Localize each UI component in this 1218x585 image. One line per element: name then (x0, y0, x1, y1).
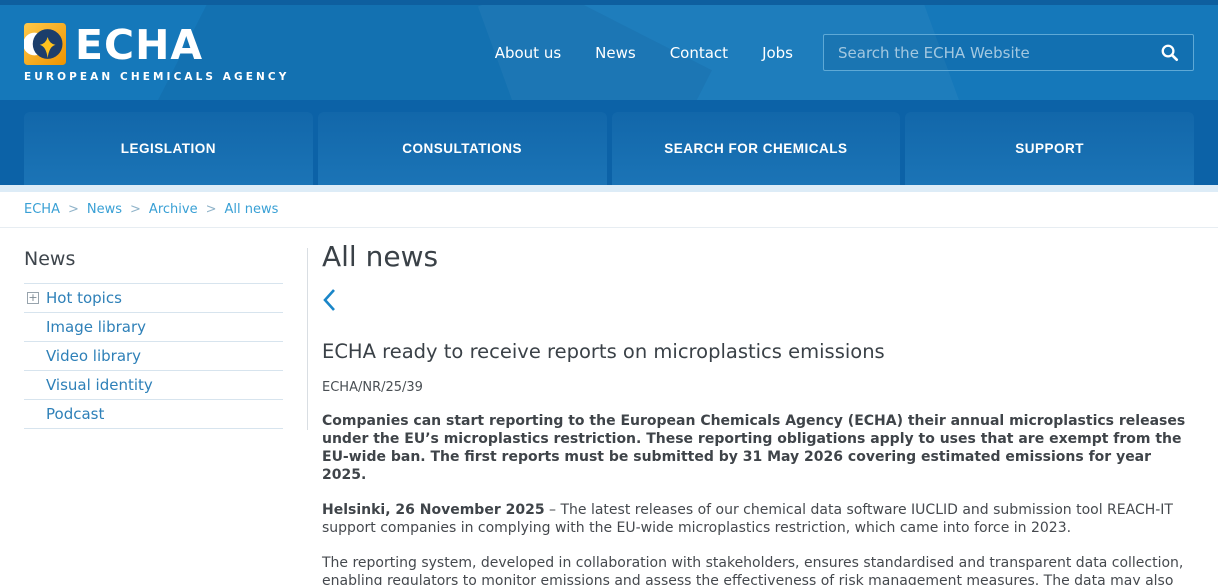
tab-legislation[interactable]: LEGISLATION (24, 112, 313, 185)
echa-logo-mark-icon (24, 23, 66, 65)
echa-logo[interactable]: ECHA EUROPEAN CHEMICALS AGENCY (24, 23, 289, 83)
breadcrumb-separator: > (68, 202, 79, 217)
sidebar-item-label: Video library (46, 347, 141, 365)
breadcrumb: ECHA > News > Archive > All news (0, 192, 1218, 228)
top-nav-about-us[interactable]: About us (495, 44, 561, 62)
top-nav: About us News Contact Jobs (495, 44, 793, 62)
sidebar-item-label: Image library (46, 318, 146, 336)
tab-support[interactable]: SUPPORT (905, 112, 1194, 185)
article-lead-paragraph: Companies can start reporting to the Eur… (322, 412, 1193, 484)
divider-strip (0, 185, 1218, 192)
brand-name: ECHA (75, 25, 203, 65)
tab-label: CONSULTATIONS (402, 141, 522, 156)
site-header: ECHA EUROPEAN CHEMICALS AGENCY About us … (0, 0, 1218, 100)
expand-plus-icon[interactable]: + (27, 292, 39, 304)
breadcrumb-separator: > (130, 202, 141, 217)
main-content: All news ECHA ready to receive reports o… (308, 228, 1218, 585)
sidebar-item-label: Visual identity (46, 376, 153, 394)
tab-search-for-chemicals[interactable]: SEARCH FOR CHEMICALS (612, 112, 901, 185)
breadcrumb-echa[interactable]: ECHA (24, 202, 60, 217)
article-title: ECHA ready to receive reports on micropl… (322, 340, 1193, 363)
brand-tagline: EUROPEAN CHEMICALS AGENCY (24, 71, 289, 83)
content-area: News + Hot topics Image library Video li… (0, 228, 1218, 585)
sidebar-item-visual-identity[interactable]: Visual identity (24, 371, 283, 400)
breadcrumb-all-news[interactable]: All news (224, 202, 278, 217)
echa-website-page: ECHA EUROPEAN CHEMICALS AGENCY About us … (0, 0, 1218, 585)
sidebar-nav: + Hot topics Image library Video library… (24, 283, 283, 429)
primary-nav-band: LEGISLATION CONSULTATIONS SEARCH FOR CHE… (0, 100, 1218, 185)
top-nav-news[interactable]: News (595, 44, 636, 62)
tab-consultations[interactable]: CONSULTATIONS (318, 112, 607, 185)
article-paragraph: Helsinki, 26 November 2025 – The latest … (322, 501, 1193, 537)
site-search (823, 34, 1194, 71)
sidebar-item-label: Hot topics (46, 289, 122, 307)
sidebar-item-image-library[interactable]: Image library (24, 313, 283, 342)
page-title: All news (322, 242, 1193, 272)
sidebar-item-label: Podcast (46, 405, 104, 423)
back-button[interactable] (322, 288, 337, 312)
top-nav-contact[interactable]: Contact (670, 44, 728, 62)
sidebar-item-podcast[interactable]: Podcast (24, 400, 283, 429)
tab-label: LEGISLATION (121, 141, 216, 156)
tab-label: SEARCH FOR CHEMICALS (664, 141, 847, 156)
breadcrumb-archive[interactable]: Archive (149, 202, 198, 217)
sidebar-title: News (24, 248, 307, 270)
sidebar-item-hot-topics[interactable]: + Hot topics (24, 284, 283, 313)
breadcrumb-separator: > (206, 202, 217, 217)
search-input[interactable] (824, 35, 1193, 70)
back-chevron-icon (322, 288, 337, 312)
article-paragraph: The reporting system, developed in colla… (322, 554, 1193, 585)
search-icon (1160, 43, 1179, 62)
top-nav-jobs[interactable]: Jobs (762, 44, 793, 62)
tab-label: SUPPORT (1015, 141, 1084, 156)
article-dateline: Helsinki, 26 November 2025 (322, 502, 545, 518)
sidebar-item-video-library[interactable]: Video library (24, 342, 283, 371)
search-button[interactable] (1149, 35, 1189, 70)
breadcrumb-news[interactable]: News (87, 202, 122, 217)
sidebar: News + Hot topics Image library Video li… (0, 228, 308, 430)
article-reference: ECHA/NR/25/39 (322, 380, 1193, 395)
